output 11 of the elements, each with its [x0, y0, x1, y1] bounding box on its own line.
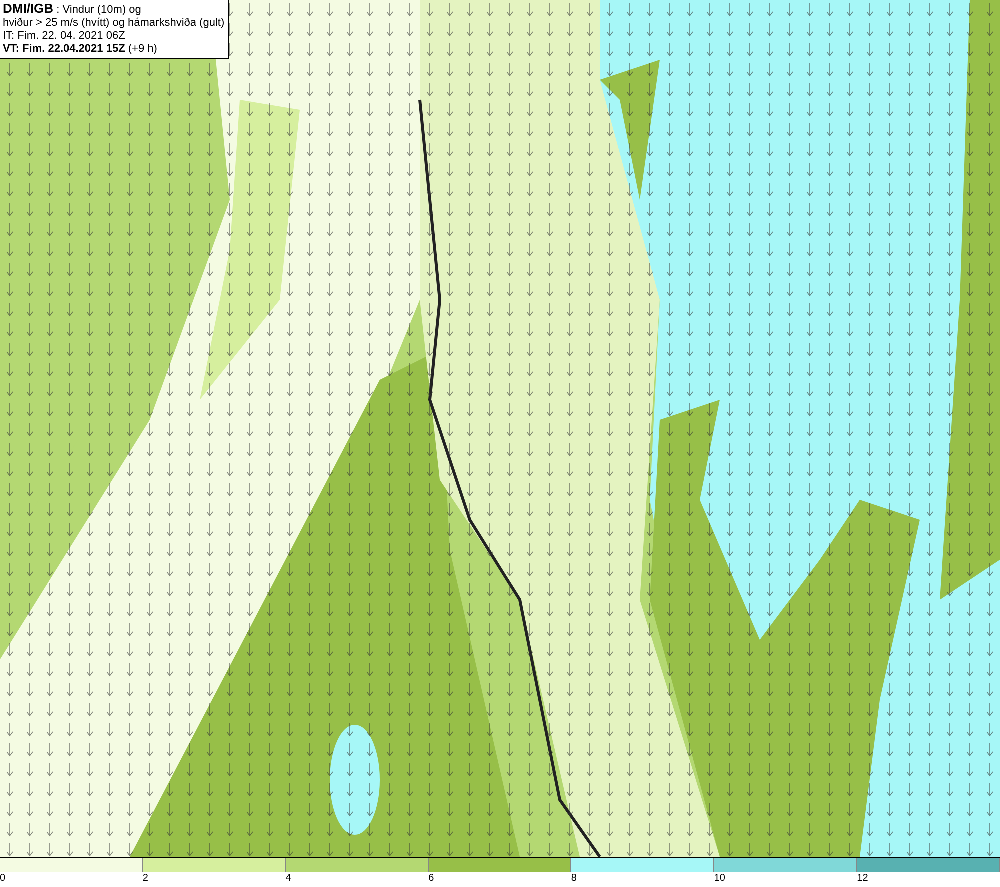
legend-tick-label: 0	[0, 872, 6, 886]
legend-tick-label: 12	[857, 872, 868, 886]
title-line: IT: Fim. 22. 04. 2021 06Z	[3, 30, 126, 43]
legend-tick-label: 10	[714, 872, 726, 886]
title-line: VT: Fim. 22.04.2021 15Z (+9 h)	[3, 43, 158, 56]
legend-tick-label: 8	[571, 872, 577, 886]
legend-tick-label: 2	[142, 872, 148, 886]
legend-tick-label: 4	[286, 872, 292, 886]
title-line: DMI/IGB : Vindur (10m) og	[3, 2, 142, 17]
legend-tick-label: 6	[428, 872, 434, 886]
title-line: hviður > 25 m/s (hvítt) og hámarkshviða (gult)	[3, 17, 225, 30]
